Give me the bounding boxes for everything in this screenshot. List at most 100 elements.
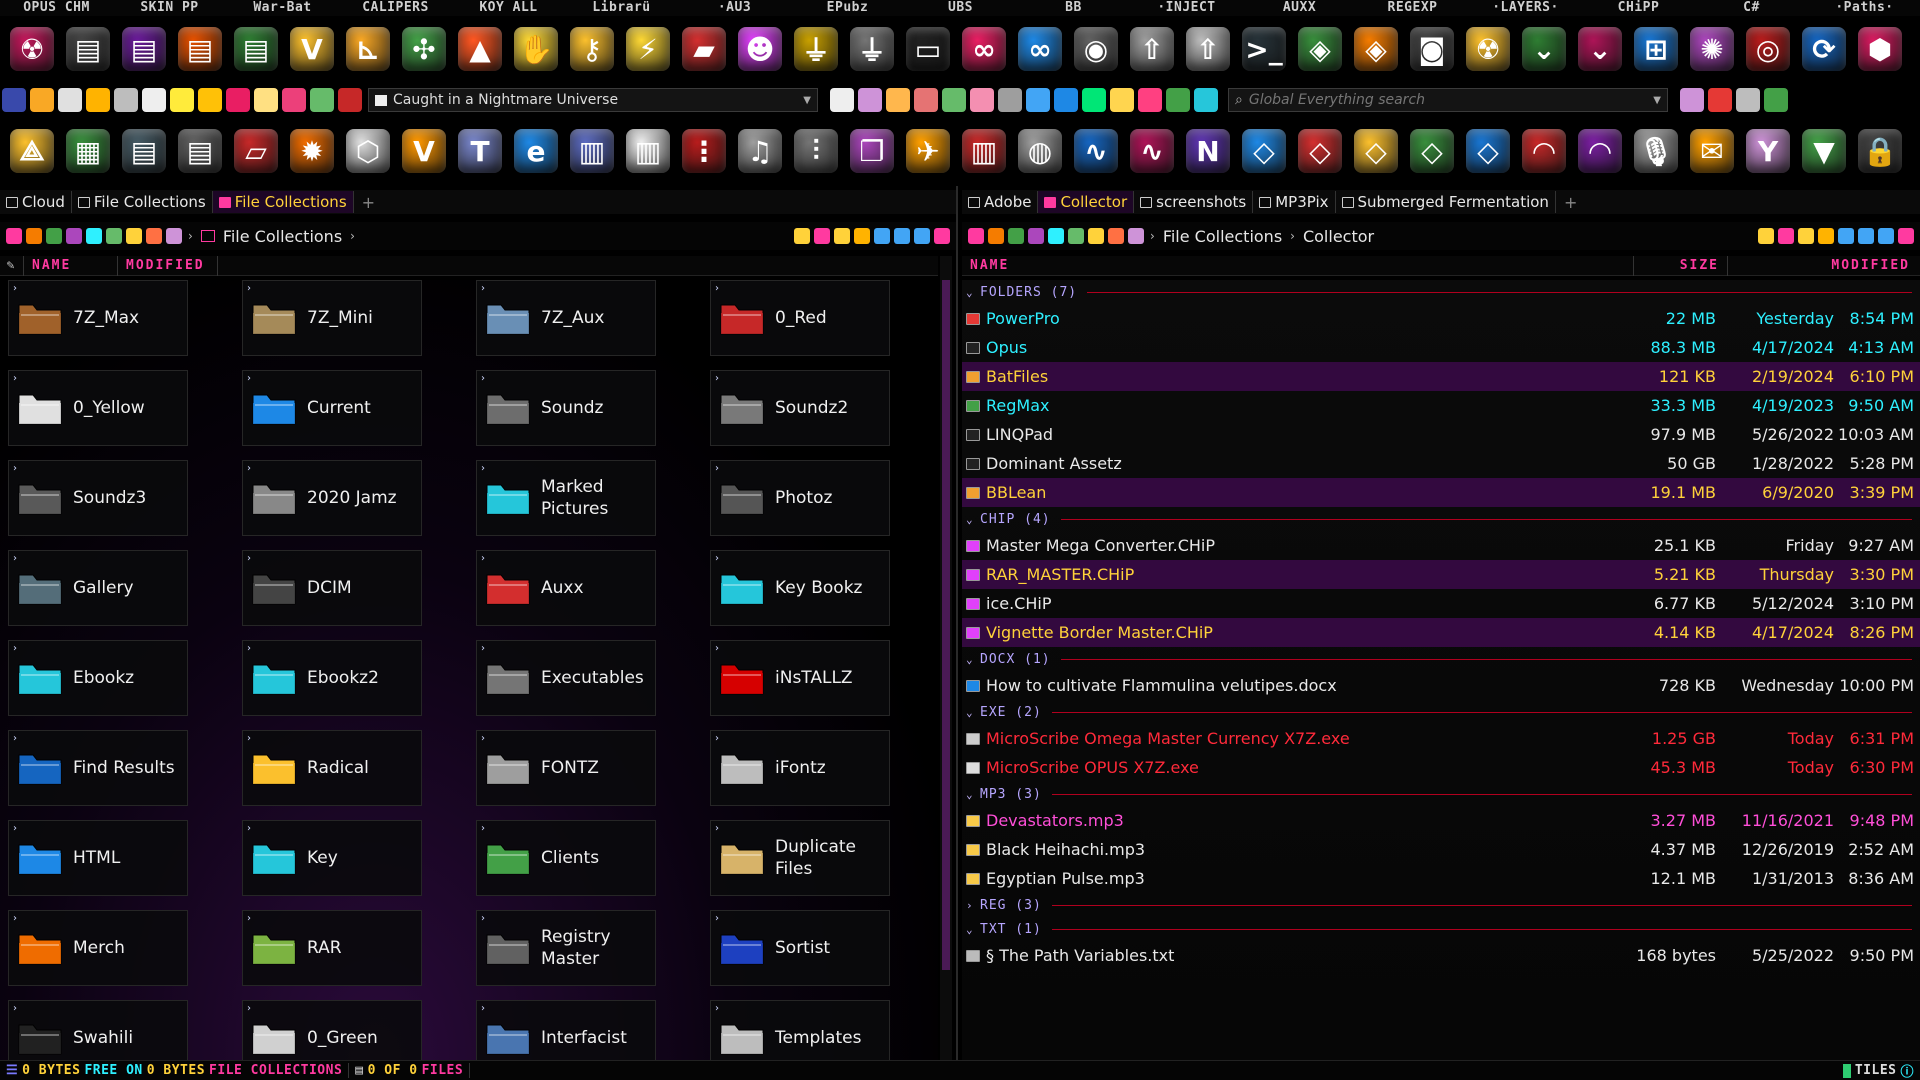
quick-left-4-icon[interactable] [114,88,138,112]
column-name[interactable]: NAME [24,255,118,276]
waveform-blue-button[interactable]: ∿ [1068,120,1124,182]
usb-gold-button[interactable]: ⏚ [788,18,844,80]
chevron-down-icon[interactable]: ⌄ [966,653,980,666]
quick-mid-13-icon[interactable] [1194,88,1218,112]
expand-icon[interactable]: › [13,1003,17,1014]
right-nav-tool-7-icon[interactable] [1898,228,1914,244]
left-nav-tool-5-icon[interactable] [894,228,910,244]
collection-tile[interactable]: › Soundz3 [8,460,188,536]
expand-icon[interactable]: › [715,553,719,564]
left-tool-3-icon[interactable] [66,228,82,244]
chevron-down-pink-button[interactable]: ⌄ [1572,18,1628,80]
expand-icon[interactable]: › [481,373,485,384]
global-search-box[interactable]: ⌕ ▼ [1228,88,1668,112]
infinity-pink-button[interactable]: ∞ [956,18,1012,80]
radiation-button[interactable]: ☢ [4,18,60,80]
quick-mid-4-icon[interactable] [942,88,966,112]
collection-tile[interactable]: › Soundz [476,370,656,446]
v-logo-button[interactable]: V [284,18,340,80]
collection-tile[interactable]: › Gallery [8,550,188,626]
expand-icon[interactable]: › [247,1003,251,1014]
ram-module-green-button[interactable]: ▤ [228,18,284,80]
chevron-down-icon[interactable]: ⌄ [966,788,980,801]
tab-cloud[interactable]: Cloud [0,191,72,213]
context-combo[interactable]: Caught in a Nightmare Universe ▼ [368,88,818,112]
collection-tile[interactable]: › DCIM [242,550,422,626]
collection-tile[interactable]: › Current [242,370,422,446]
quick-left-12-icon[interactable] [338,88,362,112]
group-header[interactable]: ⌄ EXE (2) [962,700,1920,724]
expand-icon[interactable]: › [481,823,485,834]
column-name[interactable]: NAME [962,255,1634,276]
quick-mid-9-icon[interactable] [1082,88,1106,112]
right-nav-tool-1-icon[interactable] [1778,228,1794,244]
inject-arrow-button[interactable]: ⇧ [1124,18,1180,80]
camera-button[interactable]: ◙ [1404,18,1460,80]
collection-tile[interactable]: › Key [242,820,422,896]
quick-mid-11-icon[interactable] [1138,88,1162,112]
left-tool-4-icon[interactable] [86,228,102,244]
tab-file-collections[interactable]: File Collections [212,191,354,213]
tab-submerged-fermentation[interactable]: Submerged Fermentation [1336,191,1556,213]
collection-tile[interactable]: › Executables [476,640,656,716]
quick-left-1-icon[interactable] [30,88,54,112]
pane-divider[interactable] [956,186,958,1060]
expand-icon[interactable]: › [13,823,17,834]
terminal-button[interactable]: >_ [1236,18,1292,80]
collection-tile[interactable]: › RAR [242,910,422,986]
drive-gray-button[interactable]: ▤ [172,120,228,182]
quick-right-0-icon[interactable] [1680,88,1704,112]
tablet-yellow-button[interactable]: ◇ [1348,120,1404,182]
right-tool-0-icon[interactable] [968,228,984,244]
group-header[interactable]: › REG (3) [962,893,1920,917]
quick-mid-12-icon[interactable] [1166,88,1190,112]
expand-icon[interactable]: › [715,1003,719,1014]
molecule-button[interactable]: ✣ [396,18,452,80]
file-row[interactable]: RegMax 33.3 MB 4/19/2023 9:50 AM [962,391,1920,420]
triangle-logo-button[interactable]: ▲ [452,18,508,80]
paths-button[interactable]: ⟳ [1796,18,1852,80]
right-nav-tool-5-icon[interactable] [1858,228,1874,244]
collection-tile[interactable]: › FONTZ [476,730,656,806]
tab-mp3pix[interactable]: MP3Pix [1253,191,1336,213]
expand-icon[interactable]: › [247,823,251,834]
expand-icon[interactable]: › [13,733,17,744]
rainbow-shield-button[interactable]: ▼ [1796,120,1852,182]
left-nav-tool-4-icon[interactable] [874,228,890,244]
right-nav-tool-6-icon[interactable] [1878,228,1894,244]
column-modified[interactable]: MODIFIED [1728,256,1918,276]
global-search-input[interactable] [1248,92,1654,108]
expand-icon[interactable]: › [247,283,251,294]
right-file-list[interactable]: ⌄ FOLDERS (7) PowerPro 22 MB Yesterday 8:54 P… [962,280,1920,1060]
file-row[interactable]: PowerPro 22 MB Yesterday 8:54 PM [962,304,1920,333]
mixer-button[interactable]: ⋮ [676,120,732,182]
left-nav-tool-7-icon[interactable] [934,228,950,244]
group-header[interactable]: ⌄ TXT (1) [962,917,1920,941]
expand-icon[interactable]: › [13,913,17,924]
group-header[interactable]: ⌄ CHIP (4) [962,507,1920,531]
quick-mid-0-icon[interactable] [830,88,854,112]
left-tool-7-icon[interactable] [146,228,162,244]
usb-silver-button[interactable]: ⏚ [844,18,900,80]
expand-icon[interactable]: › [715,463,719,474]
v-shield-button[interactable]: V [396,120,452,182]
green-blocks-button[interactable]: ▦ [60,120,116,182]
tablet-green-button[interactable]: ◇ [1404,120,1460,182]
mound-red-button[interactable]: ◠ [1516,120,1572,182]
column-modified[interactable]: MODIFIED [118,255,218,276]
cube-button[interactable]: ⬢ [1852,18,1908,80]
ram-module-button[interactable]: ▤ [60,18,116,80]
expand-icon[interactable]: › [13,643,17,654]
file-row[interactable]: ice.CHiP 6.77 KB 5/12/2024 3:10 PM [962,589,1920,618]
right-tool-6-icon[interactable] [1088,228,1104,244]
hazard-button[interactable]: ☢ [1460,18,1516,80]
right-tool-8-icon[interactable] [1128,228,1144,244]
y-logo-button[interactable]: Y [1740,120,1796,182]
expand-icon[interactable]: › [247,553,251,564]
lightning-button[interactable]: ⚡ [620,18,676,80]
expand-icon[interactable]: › [13,283,17,294]
headphones-button[interactable]: ♫ [732,120,788,182]
collection-tile[interactable]: › Clients [476,820,656,896]
globe-button[interactable]: ◍ [1012,120,1068,182]
knob-button[interactable]: ◉ [1068,18,1124,80]
